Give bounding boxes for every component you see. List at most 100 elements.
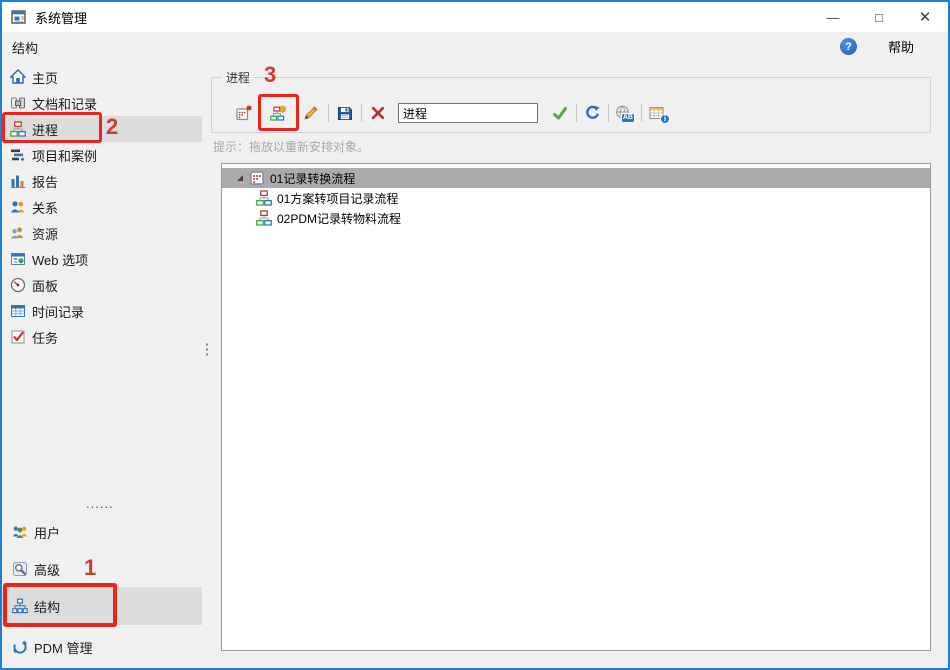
sidebar-item-label: 用户 — [34, 523, 60, 542]
hint-text: 提示：拖放以重新安排对象。 — [213, 138, 369, 155]
info-badge: i — [660, 114, 670, 124]
tree-row-root[interactable]: 01记录转换流程 — [222, 168, 930, 188]
sidebar-item-tasks[interactable]: 任务 — [2, 324, 202, 350]
sidebar-item-dashboard[interactable]: 面板 — [2, 272, 202, 298]
app-icon — [10, 8, 28, 26]
sidebar-item-users[interactable]: 用户 — [2, 514, 202, 550]
annotation-number-1: 1 — [84, 555, 96, 581]
tree-row-child[interactable]: 01方案转项目记录流程 — [222, 188, 930, 208]
sidebar-item-label: 关系 — [32, 198, 58, 217]
sidebar-item-processes[interactable]: 进程 — [2, 116, 202, 142]
process-icon — [10, 121, 26, 137]
minimize-button[interactable]: — — [810, 2, 856, 32]
sidebar-item-relations[interactable]: 关系 — [2, 194, 202, 220]
process-icon — [256, 210, 272, 226]
new-process-icon — [270, 105, 286, 121]
sidebar-item-structure[interactable]: 结构 — [2, 587, 202, 625]
tree-node-label: 01方案转项目记录流程 — [277, 190, 398, 207]
sidebar-item-label: PDM 管理 — [34, 638, 93, 657]
annotation-number-2: 2 — [106, 114, 118, 140]
tree-row-child[interactable]: 02PDM记录转物料流程 — [222, 208, 930, 228]
table-info-button[interactable]: i — [645, 100, 671, 126]
confirm-button[interactable] — [547, 100, 573, 126]
sidebar-item-resources[interactable]: 资源 — [2, 220, 202, 246]
sidebar-item-label: 时间记录 — [32, 302, 84, 321]
sidebar-item-web-options[interactable]: Web 选项 — [2, 246, 202, 272]
toolbar-separator — [361, 104, 362, 122]
process-tree[interactable]: 01记录转换流程 01方案转项目记录流程 02PDM记录转物料流程 — [221, 163, 931, 651]
maximize-button[interactable]: □ — [856, 2, 902, 32]
section-title: 结构 — [12, 38, 38, 57]
new-process-button[interactable] — [265, 100, 291, 126]
edit-pencil-icon — [303, 105, 319, 121]
sidebar-item-label: 面板 — [32, 276, 58, 295]
translate-button[interactable]: AB — [611, 100, 637, 126]
toolbar-separator — [328, 104, 329, 122]
reports-icon — [10, 173, 26, 189]
sidebar-item-pdm[interactable]: PDM 管理 — [2, 629, 202, 665]
dashboard-icon — [10, 277, 26, 293]
users-icon — [12, 524, 28, 540]
new-record-button[interactable] — [231, 100, 257, 126]
expander-collapse-icon[interactable] — [235, 173, 245, 183]
delete-button[interactable] — [365, 100, 391, 126]
advanced-icon — [12, 561, 28, 577]
save-button[interactable] — [332, 100, 358, 126]
refresh-button[interactable] — [579, 100, 605, 126]
sidebar-item-label: 进程 — [32, 120, 58, 139]
delete-x-icon — [370, 105, 386, 121]
sidebar-item-label: 主页 — [32, 68, 58, 87]
help-icon[interactable]: ? — [840, 38, 857, 55]
relations-icon — [10, 199, 26, 215]
sidebar-item-label: 任务 — [32, 328, 58, 347]
home-icon — [10, 69, 26, 85]
titlebar: 系统管理 — □ ✕ — [2, 2, 948, 32]
web-options-icon — [10, 251, 26, 267]
resources-icon — [10, 225, 26, 241]
close-button[interactable]: ✕ — [902, 2, 948, 32]
table-info-icon: i — [649, 105, 667, 122]
edit-button[interactable] — [298, 100, 324, 126]
sidebar-overflow-dots[interactable]: ...... — [86, 496, 114, 511]
sidebar-item-advanced[interactable]: 高级 — [2, 551, 202, 587]
sidebar-item-label: 结构 — [34, 597, 60, 616]
sidebar-item-label: 报告 — [32, 172, 58, 191]
new-record-icon — [236, 105, 252, 121]
processes-groupbox: 进程 AB — [211, 77, 931, 133]
translate-globe-icon: AB — [615, 105, 633, 122]
record-form-icon — [249, 170, 265, 186]
confirm-check-icon — [552, 105, 568, 121]
toolbar-separator — [576, 104, 577, 122]
documents-icon — [10, 95, 26, 111]
pdm-icon — [12, 639, 28, 655]
projects-icon — [10, 147, 26, 163]
sidebar-item-label: 项目和案例 — [32, 146, 97, 165]
groupbox-title: 进程 — [222, 69, 254, 86]
sidebar-item-time-records[interactable]: 时间记录 — [2, 298, 202, 324]
structure-icon — [12, 598, 28, 614]
translate-badge: AB — [621, 113, 635, 123]
help-area: ? 帮助 — [840, 37, 914, 56]
process-name-input[interactable] — [398, 103, 538, 123]
process-icon — [256, 190, 272, 206]
sidebar-item-projects[interactable]: 项目和案例 — [2, 142, 202, 168]
sidebar-item-label: 资源 — [32, 224, 58, 243]
tree-node-label: 01记录转换流程 — [270, 170, 355, 187]
sidebar-item-documents[interactable]: 文档和记录 — [2, 90, 202, 116]
splitter-handle-icon[interactable]: ⋮ — [201, 336, 213, 362]
window-controls: — □ ✕ — [810, 2, 948, 32]
toolbar-separator — [641, 104, 642, 122]
sidebar-item-reports[interactable]: 报告 — [2, 168, 202, 194]
save-icon — [337, 105, 353, 121]
toolbar-separator — [608, 104, 609, 122]
sidebar-item-label: 文档和记录 — [32, 94, 97, 113]
app-window: 系统管理 — □ ✕ 结构 ? 帮助 主页 文档和记录 进程 项目和案例 报告 … — [0, 0, 950, 670]
refresh-icon — [584, 105, 600, 121]
window-title: 系统管理 — [35, 8, 87, 27]
sidebar-item-home[interactable]: 主页 — [2, 64, 202, 90]
help-link[interactable]: 帮助 — [888, 37, 914, 56]
annotation-number-3: 3 — [264, 62, 276, 88]
tree-node-label: 02PDM记录转物料流程 — [277, 210, 401, 227]
time-records-icon — [10, 303, 26, 319]
sidebar-item-label: Web 选项 — [32, 250, 88, 269]
